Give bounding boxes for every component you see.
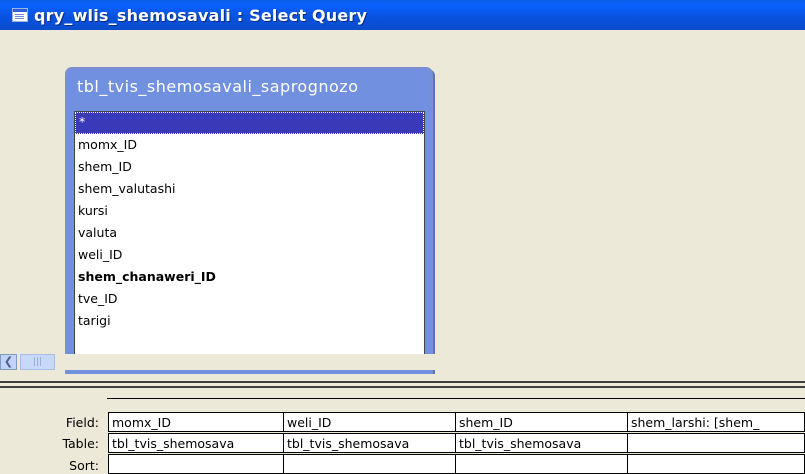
grid-cell-sort-3[interactable] bbox=[455, 454, 628, 474]
field-list-item[interactable]: * bbox=[75, 112, 424, 134]
field-list[interactable]: * momx_ID shem_ID shem_valutashi kursi valuta… bbox=[74, 111, 425, 369]
design-grid[interactable]: Field: Table: Sort: momx_ID weli_ID shem… bbox=[0, 392, 805, 474]
grid-cell-sort-2[interactable] bbox=[283, 454, 456, 474]
grid-cell-sort-4[interactable] bbox=[627, 454, 805, 474]
row-label-sort: Sort: bbox=[69, 458, 99, 473]
window-titlebar[interactable]: qry_wlis_shemosavali : Select Query bbox=[0, 0, 805, 30]
horizontal-scrollbar[interactable]: ❮ ||| bbox=[0, 354, 805, 370]
grid-cell-table-2[interactable]: tbl_tvis_shemosava bbox=[283, 433, 456, 453]
field-list-item[interactable]: tve_ID bbox=[75, 288, 424, 310]
grid-cell-field-4[interactable]: shem_larshi: [shem_ bbox=[627, 412, 805, 432]
grid-cell-field-3[interactable]: shem_ID bbox=[455, 412, 628, 432]
grid-cell-table-1[interactable]: tbl_tvis_shemosava bbox=[108, 433, 284, 453]
field-list-item[interactable]: kursi bbox=[75, 200, 424, 222]
field-list-item[interactable]: valuta bbox=[75, 222, 424, 244]
window-title: qry_wlis_shemosavali : Select Query bbox=[34, 6, 368, 25]
field-list-item[interactable]: shem_chanaweri_ID bbox=[75, 266, 424, 288]
field-list-item[interactable]: shem_valutashi bbox=[75, 178, 424, 200]
pane-splitter[interactable] bbox=[0, 374, 805, 392]
grid-cell-sort-1[interactable] bbox=[108, 454, 284, 474]
grid-cell-table-4[interactable] bbox=[627, 433, 805, 453]
grid-cell-table-3[interactable]: tbl_tvis_shemosava bbox=[455, 433, 628, 453]
table-pane[interactable]: tbl_tvis_shemosavali_saprognozo * momx_ID… bbox=[0, 30, 805, 379]
field-list-item[interactable]: momx_ID bbox=[75, 134, 424, 156]
splitter-line-top bbox=[0, 381, 805, 383]
field-list-item[interactable]: shem_ID bbox=[75, 156, 424, 178]
field-list-item[interactable]: tarigi bbox=[75, 310, 424, 332]
splitter-line-bottom bbox=[0, 386, 805, 388]
grid-cell-field-2[interactable]: weli_ID bbox=[283, 412, 456, 432]
field-list-title[interactable]: tbl_tvis_shemosavali_saprognozo bbox=[77, 77, 358, 96]
grid-header-row bbox=[107, 398, 805, 409]
row-label-field: Field: bbox=[65, 415, 99, 430]
scroll-left-arrow-icon[interactable]: ❮ bbox=[0, 354, 17, 370]
field-list-item[interactable]: weli_ID bbox=[75, 244, 424, 266]
grid-cell-field-1[interactable]: momx_ID bbox=[108, 412, 284, 432]
field-list-window[interactable]: tbl_tvis_shemosavali_saprognozo * momx_ID… bbox=[65, 67, 433, 379]
row-label-table: Table: bbox=[62, 436, 99, 451]
query-window-icon bbox=[12, 8, 28, 22]
scroll-thumb-grip-icon[interactable]: ||| bbox=[20, 354, 55, 370]
